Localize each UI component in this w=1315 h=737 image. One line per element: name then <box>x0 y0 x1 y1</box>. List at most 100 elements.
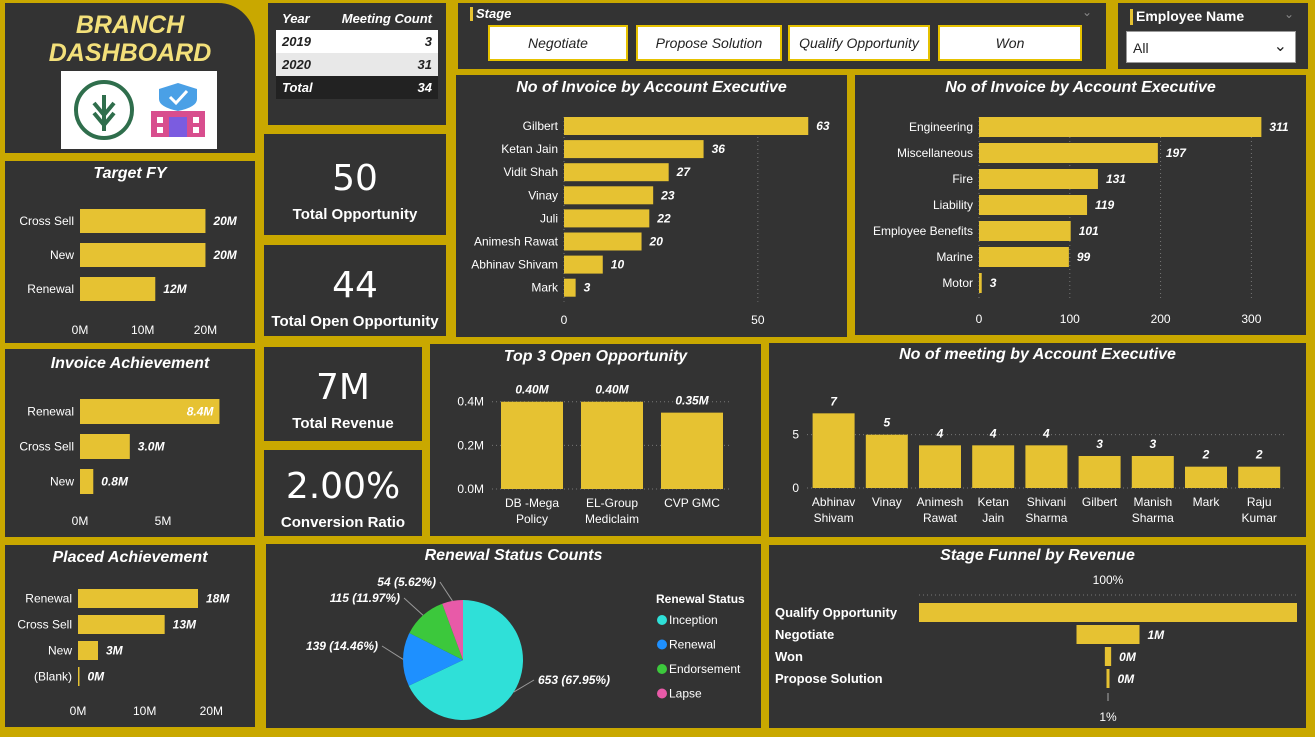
placed-achievement-panel: Placed Achievement 0M 10M 20M Renewal 18M Cro… <box>2 542 258 730</box>
stage-funnel-panel: Stage Funnel by Revenue 100% Qualify Oppo… <box>766 542 1309 731</box>
invoice-achievement-title: Invoice Achievement <box>50 355 210 372</box>
category-label: Manish <box>1133 495 1172 509</box>
category-label: Juli <box>540 211 558 225</box>
placed-achievement-title: Placed Achievement <box>52 549 208 566</box>
bar <box>80 209 206 233</box>
invoice-by-category-chart: 0 100 200 300 Engineering 311 Miscellaneous 197… <box>873 117 1289 326</box>
funnel-top-label: 100% <box>1093 573 1124 587</box>
legend-label: Lapse <box>669 687 702 701</box>
bar <box>78 615 165 634</box>
data-label: 4 <box>936 426 944 440</box>
employee-slicer-label: Employee Name <box>1136 8 1245 24</box>
tick-label: 200 <box>1151 312 1171 326</box>
leader-line <box>403 597 424 616</box>
data-label: 3 <box>990 276 997 290</box>
table-header-meeting-count[interactable]: Meeting Count <box>324 7 438 30</box>
stage-option-negotiate[interactable]: Negotiate <box>488 25 628 61</box>
data-label: 115 (11.97%) <box>330 591 400 605</box>
data-label: 0.40M <box>595 383 629 397</box>
tick-label: 0 <box>976 312 983 326</box>
renewal-status-title: Renewal Status Counts <box>424 547 603 564</box>
conversion-ratio-card: 2.00% Conversion Ratio <box>261 447 425 539</box>
data-label: 23 <box>660 188 675 202</box>
data-label: 101 <box>1079 224 1099 238</box>
bar <box>564 140 704 159</box>
table-row: 2019 3 <box>276 30 438 53</box>
tick-label: 0M <box>72 514 89 528</box>
bar <box>979 273 982 293</box>
data-label: 4 <box>1042 426 1050 440</box>
tick-label: 0M <box>72 323 89 337</box>
logo-box <box>61 71 217 149</box>
data-label: 20 <box>649 235 664 249</box>
category-label: Policy <box>516 512 548 526</box>
category-label: Vidit Shah <box>504 165 559 179</box>
category-label: New <box>50 248 74 262</box>
bar <box>979 247 1069 267</box>
category-label: Motor <box>942 276 973 290</box>
stage-option-won[interactable]: Won <box>938 25 1082 61</box>
category-label: Mediclaim <box>585 512 639 526</box>
bar <box>979 221 1071 241</box>
category-label: Miscellaneous <box>897 146 973 160</box>
target-fy-title: Target FY <box>93 165 167 182</box>
conversion-ratio-label: Conversion Ratio <box>280 514 406 531</box>
bar <box>581 401 643 489</box>
bar <box>80 243 206 267</box>
legend-label: Renewal <box>669 638 716 652</box>
stage-option-qualify-opportunity[interactable]: Qualify Opportunity <box>788 25 930 61</box>
category-label: Renewal <box>27 405 74 419</box>
bar <box>501 401 563 489</box>
bar <box>564 163 669 182</box>
tick-label: 0.4M <box>457 395 484 409</box>
category-label: Gilbert <box>523 119 559 133</box>
category-label: Cross Sell <box>17 618 72 632</box>
stage-option-propose-solution[interactable]: Propose Solution <box>636 25 782 61</box>
category-label: Engineering <box>909 120 973 134</box>
legend-label: Endorsement <box>669 662 741 676</box>
tick-label: 0.0M <box>457 482 484 496</box>
tick-label: 0M <box>70 704 87 718</box>
legend-marker <box>657 664 667 674</box>
data-label: 0M <box>1119 650 1137 664</box>
table-cell: 2019 <box>282 34 311 49</box>
funnel-bar <box>1076 625 1140 644</box>
invoice-by-category-title: No of Invoice by Account Executive <box>945 79 1216 96</box>
category-label: Raju <box>1247 495 1272 509</box>
bar <box>979 195 1088 215</box>
legend-marker <box>657 639 667 650</box>
data-label: 139 (14.46%) <box>306 639 378 653</box>
category-label: Gilbert <box>1082 495 1118 509</box>
bar <box>1131 456 1174 488</box>
category-label: Ketan <box>978 495 1009 509</box>
stage-slicer-label: Stage <box>476 6 512 21</box>
data-label: 13M <box>173 618 197 632</box>
bar <box>564 117 809 135</box>
data-label: 3 <box>1149 437 1156 451</box>
total-revenue-card: 7M Total Revenue <box>261 344 425 444</box>
leader-line <box>381 645 404 660</box>
total-revenue-label: Total Revenue <box>292 415 394 432</box>
table-cell: Total <box>282 80 313 95</box>
data-label: 131 <box>1106 172 1126 186</box>
tick-label: 20M <box>194 323 217 337</box>
bar <box>78 667 80 686</box>
category-label: CVP GMC <box>664 496 720 510</box>
tick-label: 5 <box>792 428 799 442</box>
employee-dropdown[interactable]: All ⌄ <box>1126 31 1296 63</box>
bar <box>1238 466 1281 488</box>
table-cell: 31 <box>417 57 432 72</box>
bar <box>865 434 908 488</box>
dashboard-title-line2: DASHBOARD <box>48 39 212 67</box>
leaf-logo-icon <box>74 80 134 140</box>
chevron-down-icon[interactable]: ⌄ <box>1284 7 1294 21</box>
bar <box>564 186 654 205</box>
bar <box>979 169 1098 189</box>
total-revenue-value: 7M <box>316 367 370 408</box>
tick-label: 0 <box>792 481 799 495</box>
category-label: Marine <box>936 250 973 264</box>
chevron-down-icon[interactable]: ⌄ <box>1082 5 1092 19</box>
chevron-down-icon: ⌄ <box>1273 38 1287 55</box>
category-label: Liability <box>933 198 973 212</box>
table-header-year[interactable]: Year <box>276 7 324 30</box>
